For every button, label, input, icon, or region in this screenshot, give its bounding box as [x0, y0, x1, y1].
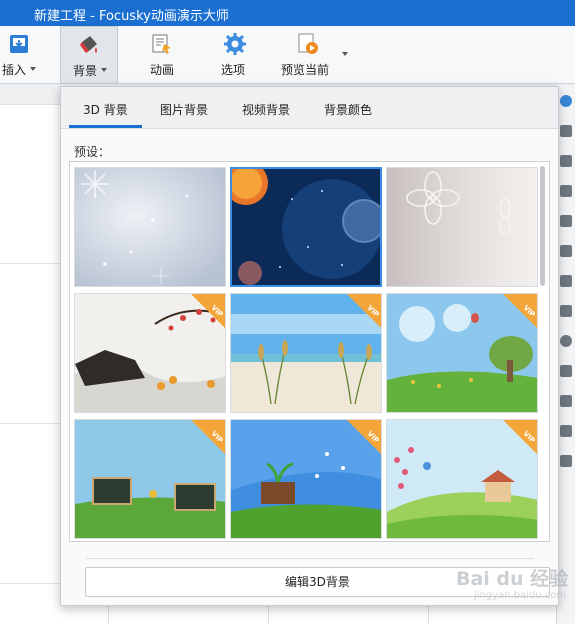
chevron-down-icon: [101, 68, 107, 72]
paint-bucket-icon: [80, 36, 97, 53]
vip-badge: VIP: [347, 294, 381, 328]
animation-icon: [152, 34, 171, 54]
preset-thumbnail-house[interactable]: VIP: [386, 419, 538, 539]
person-tool-icon[interactable]: [560, 245, 572, 257]
preset-thumbnail-sprout[interactable]: VIP: [230, 419, 382, 539]
music-tool-icon[interactable]: [560, 215, 572, 227]
insert-button[interactable]: 插入: [0, 26, 48, 84]
insert-icon: [10, 35, 28, 53]
circle-tool-icon[interactable]: [560, 95, 572, 107]
background-dropdown-panel: 3D 背景 图片背景 视频背景 背景颜色 预设： VIP VIP VIP VIP…: [60, 86, 559, 606]
preset-gallery: VIP VIP VIP VIP VIP VIP: [69, 161, 550, 542]
watermark-subtext: jingyan.baidu.com: [474, 590, 567, 601]
vip-badge: VIP: [191, 420, 225, 454]
vip-badge: VIP: [503, 420, 537, 454]
vip-badge: VIP: [503, 294, 537, 328]
gallery-scrollbar[interactable]: [540, 166, 545, 286]
tab-background-color[interactable]: 背景颜色: [324, 101, 372, 118]
frame-tool-icon[interactable]: [560, 125, 572, 137]
vip-badge: VIP: [191, 294, 225, 328]
preview-play-icon: [298, 33, 318, 54]
preset-thumbnail-ink-landscape[interactable]: VIP: [74, 293, 226, 413]
preset-thumbnail-meadow[interactable]: VIP: [386, 293, 538, 413]
vip-badge: VIP: [347, 420, 381, 454]
preview-current-label: 预览当前: [281, 63, 330, 77]
background-label: 背景: [73, 64, 98, 78]
main-toolbar: 插入 背景 动画 选项 预览当前: [0, 26, 575, 84]
tab-image-background[interactable]: 图片背景: [160, 101, 208, 118]
preset-thumbnail-flower[interactable]: [386, 167, 538, 287]
layer-tool-icon[interactable]: [560, 395, 572, 407]
animation-button[interactable]: 动画: [136, 26, 188, 84]
list-tool-icon[interactable]: [560, 455, 572, 467]
table-tool-icon[interactable]: [560, 425, 572, 437]
preset-thumbnail-space[interactable]: [230, 167, 382, 287]
preset-label: 预设：: [74, 145, 111, 159]
image-tool-icon[interactable]: [560, 185, 572, 197]
info-tool-icon[interactable]: [560, 335, 572, 347]
text-tool-icon[interactable]: [560, 155, 572, 167]
chevron-down-icon: [30, 67, 36, 71]
options-button[interactable]: 选项: [212, 26, 260, 84]
tab-video-background[interactable]: 视频背景: [242, 101, 290, 118]
window-title: 新建工程 - Focusky动画演示大师: [34, 9, 229, 24]
gear-icon: [224, 33, 246, 55]
insert-label: 插入: [2, 63, 27, 77]
tab-3d-background[interactable]: 3D 背景: [69, 101, 142, 128]
options-label: 选项: [221, 63, 246, 77]
brush-tool-icon[interactable]: [560, 305, 572, 317]
preview-current-button[interactable]: 预览当前: [276, 26, 350, 84]
cube-tool-icon[interactable]: [560, 365, 572, 377]
title-bar: 新建工程 - Focusky动画演示大师: [0, 0, 575, 26]
baidu-watermark: Bai du 经验 jingyan.baidu.com: [430, 552, 570, 612]
preset-thumbnail-snow[interactable]: [74, 167, 226, 287]
chevron-down-icon: [342, 52, 348, 56]
background-tabs: 3D 背景 图片背景 视频背景 背景颜色: [61, 87, 558, 129]
background-button[interactable]: 背景: [60, 26, 118, 84]
watermark-text: Bai du 经验: [456, 568, 569, 590]
preset-thumbnail-beach[interactable]: VIP: [230, 293, 382, 413]
animation-label: 动画: [150, 63, 175, 77]
preset-thumbnail-chalkboard[interactable]: VIP: [74, 419, 226, 539]
link-tool-icon[interactable]: [560, 275, 572, 287]
